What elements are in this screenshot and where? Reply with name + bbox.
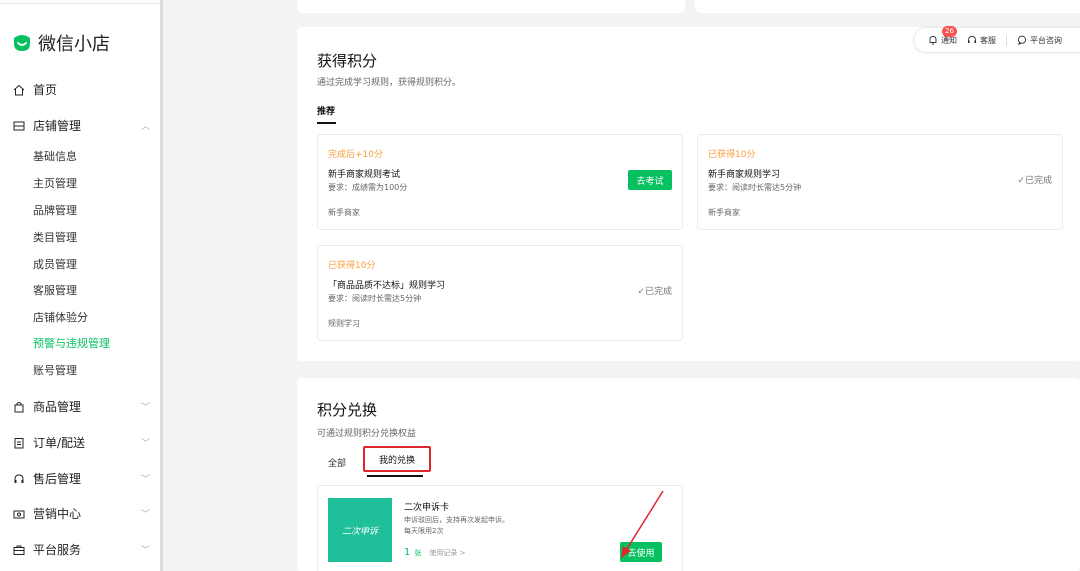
store-icon: [12, 119, 26, 133]
consult-label: 平台咨询: [1030, 35, 1062, 45]
tab-recommend[interactable]: 推荐: [317, 104, 335, 117]
exchange-item-count: 1 张 使用记录 >: [404, 547, 465, 558]
completed-status: ✓已完成: [1017, 176, 1052, 186]
sidebar-item-violations[interactable]: 预警与违规管理: [33, 335, 110, 351]
sidebar: 微信小店 首页 店铺管理 ︿ 基础信息 主页管理 品牌管理 类目管理 成员管理 …: [0, 0, 163, 571]
exchange-desc: 可通过规则积分兑换权益: [317, 429, 417, 439]
nav-goods-label: 商品管理: [33, 400, 82, 414]
task-category: 新手商家: [328, 208, 360, 217]
take-exam-button[interactable]: 去考试: [628, 170, 672, 190]
task-card: 已获得10分 「商品品质不达标」规则学习 要求：阅读时长需达5分钟 规则学习 ✓…: [317, 245, 683, 341]
task-points-tag: 完成后+10分: [328, 150, 383, 160]
nav-home-label: 首页: [33, 83, 58, 97]
nav-orders[interactable]: 订单/配送 ﹀: [12, 434, 152, 451]
chevron-down-icon: ﹀: [140, 403, 150, 413]
nav-marketing-label: 营销中心: [33, 507, 82, 521]
tab-my-exchange[interactable]: 我的兑换: [363, 446, 431, 472]
nav-store-mgmt-label: 店铺管理: [33, 119, 82, 133]
bell-icon: [929, 36, 937, 45]
home-icon: [12, 83, 26, 97]
task-name: 「商品品质不达标」规则学习: [328, 281, 446, 291]
usage-record-link[interactable]: 使用记录 >: [429, 548, 465, 558]
exchange-item-desc: 申诉驳回后，支持再次发起申诉。: [404, 516, 509, 524]
earn-desc: 通过完成学习规则，获得规则积分。: [317, 78, 462, 88]
nav-platform[interactable]: 平台服务 ﹀: [12, 541, 152, 558]
clipboard-icon: [12, 436, 26, 450]
shop-logo-icon: [14, 35, 30, 51]
nav-orders-label: 订单/配送: [33, 436, 86, 450]
sidebar-item-category[interactable]: 类目管理: [33, 229, 77, 245]
annotation-arrow: [621, 490, 664, 558]
chevron-down-icon: ﹀: [140, 439, 150, 449]
earn-title: 获得积分: [317, 52, 378, 70]
app-name: 微信小店: [38, 34, 110, 55]
top-card-left: [297, 0, 685, 13]
task-requirement: 要求：阅读时长需达5分钟: [328, 294, 422, 303]
sidebar-item-experience-score[interactable]: 店铺体验分: [33, 309, 88, 325]
bag-icon: [12, 400, 26, 414]
chevron-up-icon: ︿: [140, 122, 150, 132]
coupon-icon: [12, 507, 26, 521]
sidebar-item-account[interactable]: 账号管理: [33, 362, 77, 378]
exchange-title: 积分兑换: [317, 401, 378, 419]
tab-underline: [317, 122, 336, 124]
sidebar-item-customer-service[interactable]: 客服管理: [33, 282, 77, 298]
task-requirement: 要求：成绩需为100分: [328, 183, 408, 192]
headset-icon: [968, 36, 976, 43]
briefcase-icon: [12, 543, 26, 557]
earn-points-panel: 获得积分 通过完成学习规则，获得规则积分。 推荐 完成后+10分 新手商家规则考…: [297, 27, 1080, 361]
points-exchange-panel: 积分兑换 可通过规则积分兑换权益 全部 我的兑换 二次申诉 二次申诉卡 申诉驳回…: [297, 378, 1080, 571]
chat-bubble-icon: [1017, 35, 1027, 45]
nav-aftersale-label: 售后管理: [33, 472, 82, 486]
nav-platform-label: 平台服务: [33, 543, 82, 557]
task-name: 新手商家规则学习: [708, 170, 781, 180]
tab-all[interactable]: 全部: [328, 456, 346, 469]
count-value: 1: [404, 547, 411, 558]
sidebar-item-members[interactable]: 成员管理: [33, 256, 77, 272]
top-toolbar: 通知 26 客服 平台咨询: [913, 25, 1080, 53]
sidebar-item-brand[interactable]: 品牌管理: [33, 202, 77, 218]
top-card-right: [695, 0, 1080, 13]
exchange-item-limit: 每天限用2次: [404, 527, 444, 535]
task-points-tag: 已获得10分: [708, 150, 756, 160]
chevron-down-icon: ﹀: [140, 475, 150, 485]
notify-count-badge: 26: [942, 25, 957, 37]
task-name: 新手商家规则考试: [328, 170, 401, 180]
completed-status: ✓已完成: [637, 287, 672, 297]
notify-button[interactable]: 通知 26: [928, 25, 957, 46]
app-logo[interactable]: 微信小店: [12, 30, 110, 56]
exchange-item-name: 二次申诉卡: [404, 503, 450, 513]
divider: [1006, 34, 1007, 46]
chevron-down-icon: ﹀: [140, 546, 150, 556]
nav-aftersale[interactable]: 售后管理 ﹀: [12, 470, 152, 487]
nav-goods[interactable]: 商品管理 ﹀: [12, 398, 152, 415]
sidebar-item-basic-info[interactable]: 基础信息: [33, 148, 77, 164]
nav-marketing[interactable]: 营销中心 ﹀: [12, 505, 152, 522]
service-button[interactable]: 客服: [967, 35, 996, 46]
appeal-card-thumbnail: 二次申诉: [328, 498, 392, 562]
task-category: 新手商家: [708, 208, 740, 217]
task-card: 完成后+10分 新手商家规则考试 要求：成绩需为100分 新手商家 去考试: [317, 134, 683, 230]
sidebar-item-homepage[interactable]: 主页管理: [33, 175, 77, 191]
nav-home[interactable]: 首页: [12, 81, 152, 98]
task-card: 已获得10分 新手商家规则学习 要求：阅读时长需达5分钟 新手商家 ✓已完成: [697, 134, 1063, 230]
service-label: 客服: [980, 35, 996, 45]
consult-button[interactable]: 平台咨询: [1017, 35, 1062, 46]
task-category: 规则学习: [328, 319, 360, 328]
chevron-down-icon: ﹀: [140, 510, 150, 520]
headset-icon: [12, 472, 26, 486]
tab-underline: [367, 475, 423, 477]
nav-store-mgmt[interactable]: 店铺管理 ︿: [12, 117, 152, 134]
task-points-tag: 已获得10分: [328, 261, 376, 271]
count-unit: 张: [414, 549, 422, 557]
divider: [0, 3, 163, 4]
task-requirement: 要求：阅读时长需达5分钟: [708, 183, 802, 192]
